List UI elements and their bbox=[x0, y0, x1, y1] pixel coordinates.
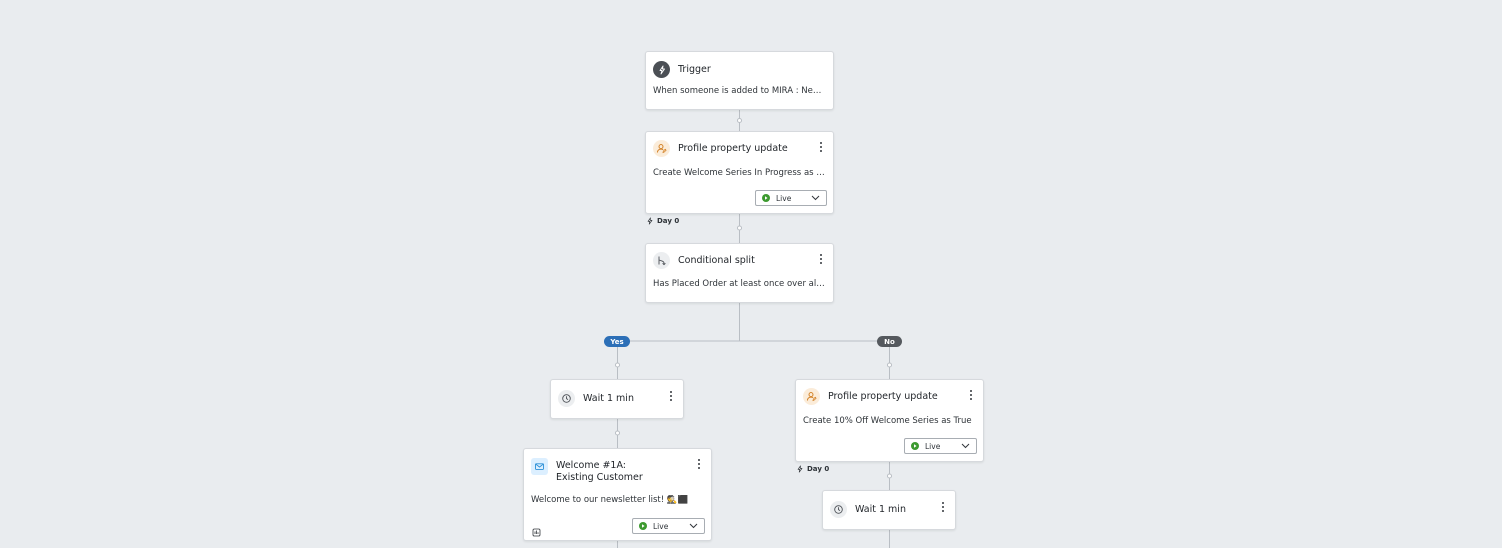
card-title: Wait 1 min bbox=[855, 503, 906, 515]
card-description: Has Placed Order at least once over all … bbox=[653, 279, 826, 289]
chevron-down-icon bbox=[961, 443, 970, 449]
profile-property-update-card[interactable]: Profile property update Create Welcome S… bbox=[645, 131, 834, 214]
more-options-icon[interactable] bbox=[669, 391, 673, 403]
flow-canvas[interactable]: Trigger When someone is added to MIRA : … bbox=[0, 0, 1502, 548]
card-title: Conditional split bbox=[678, 254, 755, 266]
connector-node bbox=[615, 430, 620, 436]
status-value: Live bbox=[653, 521, 669, 531]
connector-node bbox=[887, 362, 892, 368]
card-description: Create 10% Off Welcome Series as True bbox=[803, 416, 972, 426]
card-title: Welcome #1A: Existing Customer bbox=[556, 460, 643, 483]
day-label: Day 0 bbox=[646, 217, 679, 225]
branch-yes-label: Yes bbox=[604, 336, 630, 347]
split-icon bbox=[653, 252, 670, 269]
card-title: Trigger bbox=[678, 63, 711, 75]
card-title: Profile property update bbox=[678, 142, 788, 154]
card-title: Wait 1 min bbox=[583, 392, 634, 404]
clock-icon bbox=[558, 390, 575, 407]
connector-node bbox=[887, 473, 892, 479]
profile-property-update-card[interactable]: Profile property update Create 10% Off W… bbox=[795, 379, 984, 462]
card-description: When someone is added to MIRA : Newsle..… bbox=[653, 86, 826, 96]
play-icon bbox=[762, 194, 770, 202]
day-value: Day 0 bbox=[657, 217, 680, 225]
analytics-icon[interactable] bbox=[532, 522, 541, 541]
timer-icon bbox=[647, 217, 653, 225]
card-description: Welcome to our newsletter list! 🕵️⬛ bbox=[531, 495, 689, 505]
branch-no-label: No bbox=[877, 336, 902, 347]
more-options-icon[interactable] bbox=[697, 459, 701, 471]
card-description: Create Welcome Series In Progress as Tru… bbox=[653, 168, 826, 178]
user-edit-icon bbox=[653, 140, 670, 157]
status-value: Live bbox=[925, 441, 941, 451]
day-label: Day 0 bbox=[796, 465, 829, 473]
branch-no-text: No bbox=[884, 337, 895, 346]
status-dropdown[interactable]: Live bbox=[904, 438, 977, 454]
more-options-icon[interactable] bbox=[969, 390, 973, 402]
connector-node bbox=[737, 118, 742, 123]
day-value: Day 0 bbox=[807, 465, 830, 473]
email-icon bbox=[531, 458, 548, 475]
conditional-split-card[interactable]: Conditional split Has Placed Order at le… bbox=[645, 243, 834, 303]
wait-card[interactable]: Wait 1 min bbox=[822, 490, 956, 530]
play-icon bbox=[639, 522, 647, 530]
trigger-card[interactable]: Trigger When someone is added to MIRA : … bbox=[645, 51, 834, 110]
status-dropdown[interactable]: Live bbox=[755, 190, 827, 206]
more-options-icon[interactable] bbox=[819, 142, 823, 154]
connector-node bbox=[737, 225, 742, 231]
card-title: Profile property update bbox=[828, 390, 938, 402]
user-edit-icon bbox=[803, 388, 820, 405]
email-card[interactable]: Welcome #1A: Existing Customer Welcome t… bbox=[523, 448, 712, 541]
status-value: Live bbox=[776, 193, 792, 203]
clock-icon bbox=[830, 501, 847, 518]
lightning-icon bbox=[653, 61, 670, 78]
status-dropdown[interactable]: Live bbox=[632, 518, 705, 534]
chevron-down-icon bbox=[689, 523, 698, 529]
branch-yes-text: Yes bbox=[610, 337, 624, 346]
connector-node bbox=[615, 362, 620, 368]
timer-icon bbox=[797, 465, 803, 473]
wait-card[interactable]: Wait 1 min bbox=[550, 379, 684, 419]
more-options-icon[interactable] bbox=[941, 502, 945, 514]
play-icon bbox=[911, 442, 919, 450]
more-options-icon[interactable] bbox=[819, 254, 823, 266]
chevron-down-icon bbox=[811, 195, 820, 201]
